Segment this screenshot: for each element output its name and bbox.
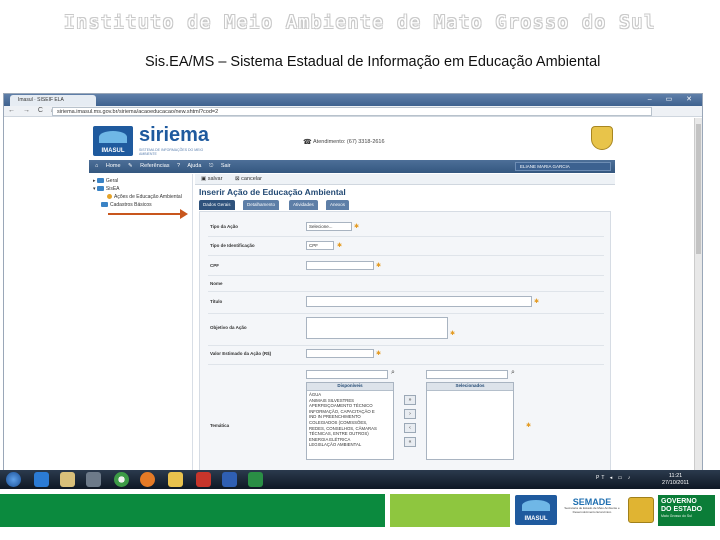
footer-lime-band	[390, 494, 510, 527]
siriema-brand: siriema	[139, 124, 210, 146]
file-explorer-icon[interactable]	[60, 472, 75, 487]
tab-anexos[interactable]: Anexos	[326, 200, 350, 210]
selected-list[interactable]: Selecionados	[426, 382, 514, 460]
available-search-input[interactable]	[306, 370, 388, 379]
tree-item-acoes[interactable]: Ações de Educação Ambiental	[107, 194, 182, 200]
state-crest-icon	[591, 126, 613, 150]
tab-dados-gerais[interactable]: Dados Gerais	[199, 200, 235, 210]
dados-gerais-form: Tipo da Ação Selecione... ✱ Tipo de Iden…	[199, 211, 611, 472]
folder-icon	[96, 186, 104, 191]
search-icon[interactable]: ⌕	[511, 369, 515, 377]
titulo-input[interactable]	[306, 296, 532, 307]
windows-taskbar: PT ◂ ▭ ♪ 11:21 27/10/2011	[0, 470, 720, 489]
semade-logo: SEMADE Secretaria de Estado de Meio Ambi…	[564, 497, 620, 514]
move-all-right-button[interactable]: »	[404, 395, 416, 405]
tipo-acao-label: Tipo da Ação	[210, 224, 239, 229]
required-icon: ✱	[354, 224, 360, 230]
siriema-page: IMASUL siriema SISTEMA DE INFORMAÇÕES DO…	[89, 118, 615, 472]
slide: Instituto de Meio Ambiente de Mato Gross…	[0, 0, 720, 540]
tipo-acao-select[interactable]: Selecione...	[306, 222, 352, 231]
menu-items[interactable]: ⌂ Home ✎ Referências ? Ajuda ⎋ Sair	[95, 163, 231, 170]
selected-search-input[interactable]	[426, 370, 508, 379]
available-items[interactable]: ÁGUA ANIMAIS SILVESTRES APERFEIÇOAMENTO …	[307, 391, 393, 449]
government-logo: GOVERNO DO ESTADO Mato Grosso do Sul	[658, 495, 715, 526]
form-toolbar: ▣ salvar ⊠ cancelar	[195, 174, 615, 185]
tematica-label: Temática	[210, 423, 230, 428]
cpf-label: CPF	[210, 263, 219, 268]
required-icon: ✱	[376, 351, 382, 357]
annotation-arrow	[108, 213, 182, 215]
tree-item-sisea[interactable]: ▾ SisEA	[93, 186, 120, 192]
window-controls[interactable]: – ▭ ✕	[648, 95, 698, 103]
browser-screenshot: Imasul · SISEIF ELA – ▭ ✕ ← → C ⌂ siriem…	[3, 93, 703, 473]
support-phone: Atendimento: (67) 3318-2616	[313, 139, 385, 145]
cpf-input[interactable]	[306, 261, 374, 270]
folder-icon	[101, 202, 108, 207]
user-badge[interactable]: ELIANE MARIA GARCIA	[515, 162, 611, 171]
nav-buttons[interactable]: ← → C ⌂	[8, 107, 58, 114]
tree-item-cadastros[interactable]: Cadastros Básicos	[101, 202, 152, 208]
siriema-brand-sub: SISTEMA DE INFORMAÇÕES DO MEIO AMBIENTE	[139, 148, 204, 156]
required-icon: ✱	[337, 243, 343, 249]
folder-icon	[96, 178, 104, 183]
folder-icon[interactable]	[168, 472, 183, 487]
main-menu: ⌂ Home ✎ Referências ? Ajuda ⎋ Sair ELIA…	[89, 160, 615, 173]
browser-tabbar: Imasul · SISEIF ELA – ▭ ✕	[4, 94, 702, 106]
save-button[interactable]: ▣ salvar	[201, 176, 222, 182]
cancel-button[interactable]: ⊠ cancelar	[235, 176, 262, 182]
objetivo-label: Objetivo da Ação	[210, 325, 247, 330]
tree-item-geral[interactable]: ▸ Geral	[93, 178, 118, 184]
address-bar: ← → C ⌂ siriema.imasul.ms.gov.br/siriema…	[4, 106, 702, 117]
tab-detalhamento[interactable]: Detalhamento	[243, 200, 280, 210]
imasul-logo: IMASUL	[93, 126, 133, 156]
footer-green-band	[0, 494, 385, 527]
pdf-icon[interactable]	[196, 472, 211, 487]
institute-title: Instituto de Meio Ambiente de Mato Gross…	[63, 12, 657, 33]
word-icon[interactable]	[222, 472, 237, 487]
required-icon: ✱	[376, 263, 382, 269]
move-right-button[interactable]: ›	[404, 409, 416, 419]
save-icon: ▣	[201, 176, 208, 182]
nome-label: Nome	[210, 281, 223, 286]
state-flag-icon	[628, 497, 654, 523]
logo-wave-icon	[99, 131, 127, 143]
page-title: Inserir Ação de Educação Ambiental	[199, 187, 346, 197]
start-button-icon[interactable]	[6, 472, 21, 487]
internet-explorer-icon[interactable]	[34, 472, 49, 487]
system-tray[interactable]: PT ◂ ▭ ♪	[596, 475, 632, 481]
list-item: LEGISLAÇÃO AMBIENTAL	[309, 442, 362, 448]
annotation-arrow-head-icon	[180, 209, 188, 219]
media-player-icon[interactable]	[86, 472, 101, 487]
chrome-icon[interactable]	[114, 472, 129, 487]
required-icon: ✱	[534, 299, 540, 305]
move-all-left-button[interactable]: «	[404, 437, 416, 447]
firefox-icon[interactable]	[140, 472, 155, 487]
valor-input[interactable]	[306, 349, 374, 358]
taskbar-clock[interactable]: 11:21 27/10/2011	[662, 473, 689, 486]
excel-icon[interactable]	[248, 472, 263, 487]
slide-footer: IMASUL SEMADE Secretaria de Estado de Me…	[0, 489, 720, 540]
logo-wave-icon	[522, 500, 550, 511]
required-icon: ✱	[450, 331, 456, 337]
required-icon: ✱	[526, 423, 532, 429]
search-icon[interactable]: ⌕	[391, 369, 395, 377]
browser-tab[interactable]: Imasul · SISEIF ELA	[10, 95, 96, 106]
objetivo-textarea[interactable]	[306, 317, 448, 339]
page-scrollbar[interactable]	[694, 118, 702, 472]
available-list[interactable]: Disponíveis ÁGUA ANIMAIS SILVESTRES APER…	[306, 382, 394, 460]
imasul-footer-logo: IMASUL	[515, 495, 557, 525]
leaf-icon	[107, 194, 112, 199]
scrollbar-thumb[interactable]	[696, 124, 701, 254]
tipo-identificacao-select[interactable]: CPF	[306, 241, 334, 250]
url-input[interactable]: siriema.imasul.ms.gov.br/siriema/acaoedu…	[52, 107, 652, 116]
tab-atividades[interactable]: Atividades	[289, 200, 318, 210]
titulo-label: Título	[210, 299, 223, 304]
nav-tree: ▸ Geral ▾ SisEA Ações de Educação Ambien…	[89, 174, 193, 472]
phone-icon: ☎	[303, 139, 312, 146]
slide-subtitle: Sis.EA/MS – Sistema Estadual de Informaç…	[145, 54, 601, 70]
valor-label: Valor Estimado da Ação (R$)	[210, 351, 272, 356]
tipo-identificacao-label: Tipo de Identificação	[210, 243, 255, 248]
move-left-button[interactable]: ‹	[404, 423, 416, 433]
